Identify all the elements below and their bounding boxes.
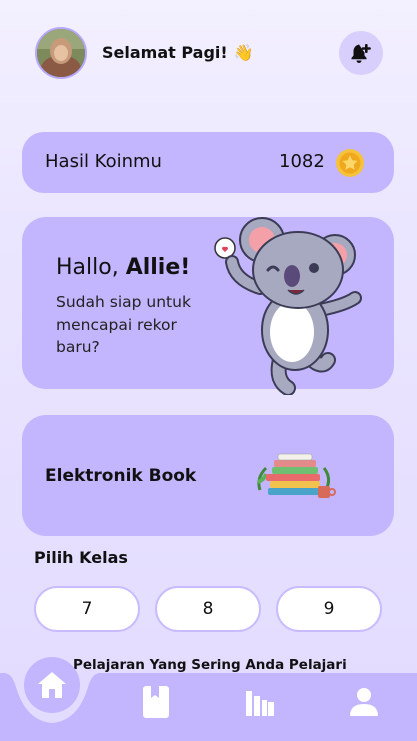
bookmark-icon (143, 686, 169, 718)
class-picker-title: Pilih Kelas (34, 548, 128, 567)
books-illustration (257, 453, 336, 498)
greeting: Selamat Pagi! 👋 (102, 43, 254, 62)
notification-button[interactable] (339, 31, 383, 75)
nav-library[interactable] (244, 687, 276, 717)
coin-value: 1082 (279, 151, 325, 172)
class-9-button[interactable]: 9 (276, 586, 382, 632)
library-icon (246, 691, 274, 716)
hello-title: Hallo, Allie! (56, 255, 191, 280)
hello-subtitle: Sudah siap untuk mencapai rekor baru? (56, 293, 191, 356)
coin-star-icon (336, 149, 364, 177)
koala-illustration (214, 217, 362, 395)
bell-plus-icon (351, 44, 371, 63)
avatar[interactable] (35, 27, 87, 79)
profile-icon (350, 688, 378, 716)
user-name: Allie! (125, 255, 191, 280)
ebook-label: Elektronik Book (45, 466, 197, 486)
coin-label: Hasil Koinmu (45, 151, 162, 172)
subjects-section-title: Pelajaran Yang Sering Anda Pelajari (73, 657, 347, 673)
nav-profile[interactable] (348, 687, 380, 717)
nav-bookmark[interactable] (140, 685, 172, 719)
class-8-button[interactable]: 8 (155, 586, 261, 632)
wave-icon: 👋 (233, 43, 254, 62)
home-icon (38, 672, 66, 698)
nav-home[interactable] (24, 657, 80, 713)
class-7-button[interactable]: 7 (34, 586, 140, 632)
